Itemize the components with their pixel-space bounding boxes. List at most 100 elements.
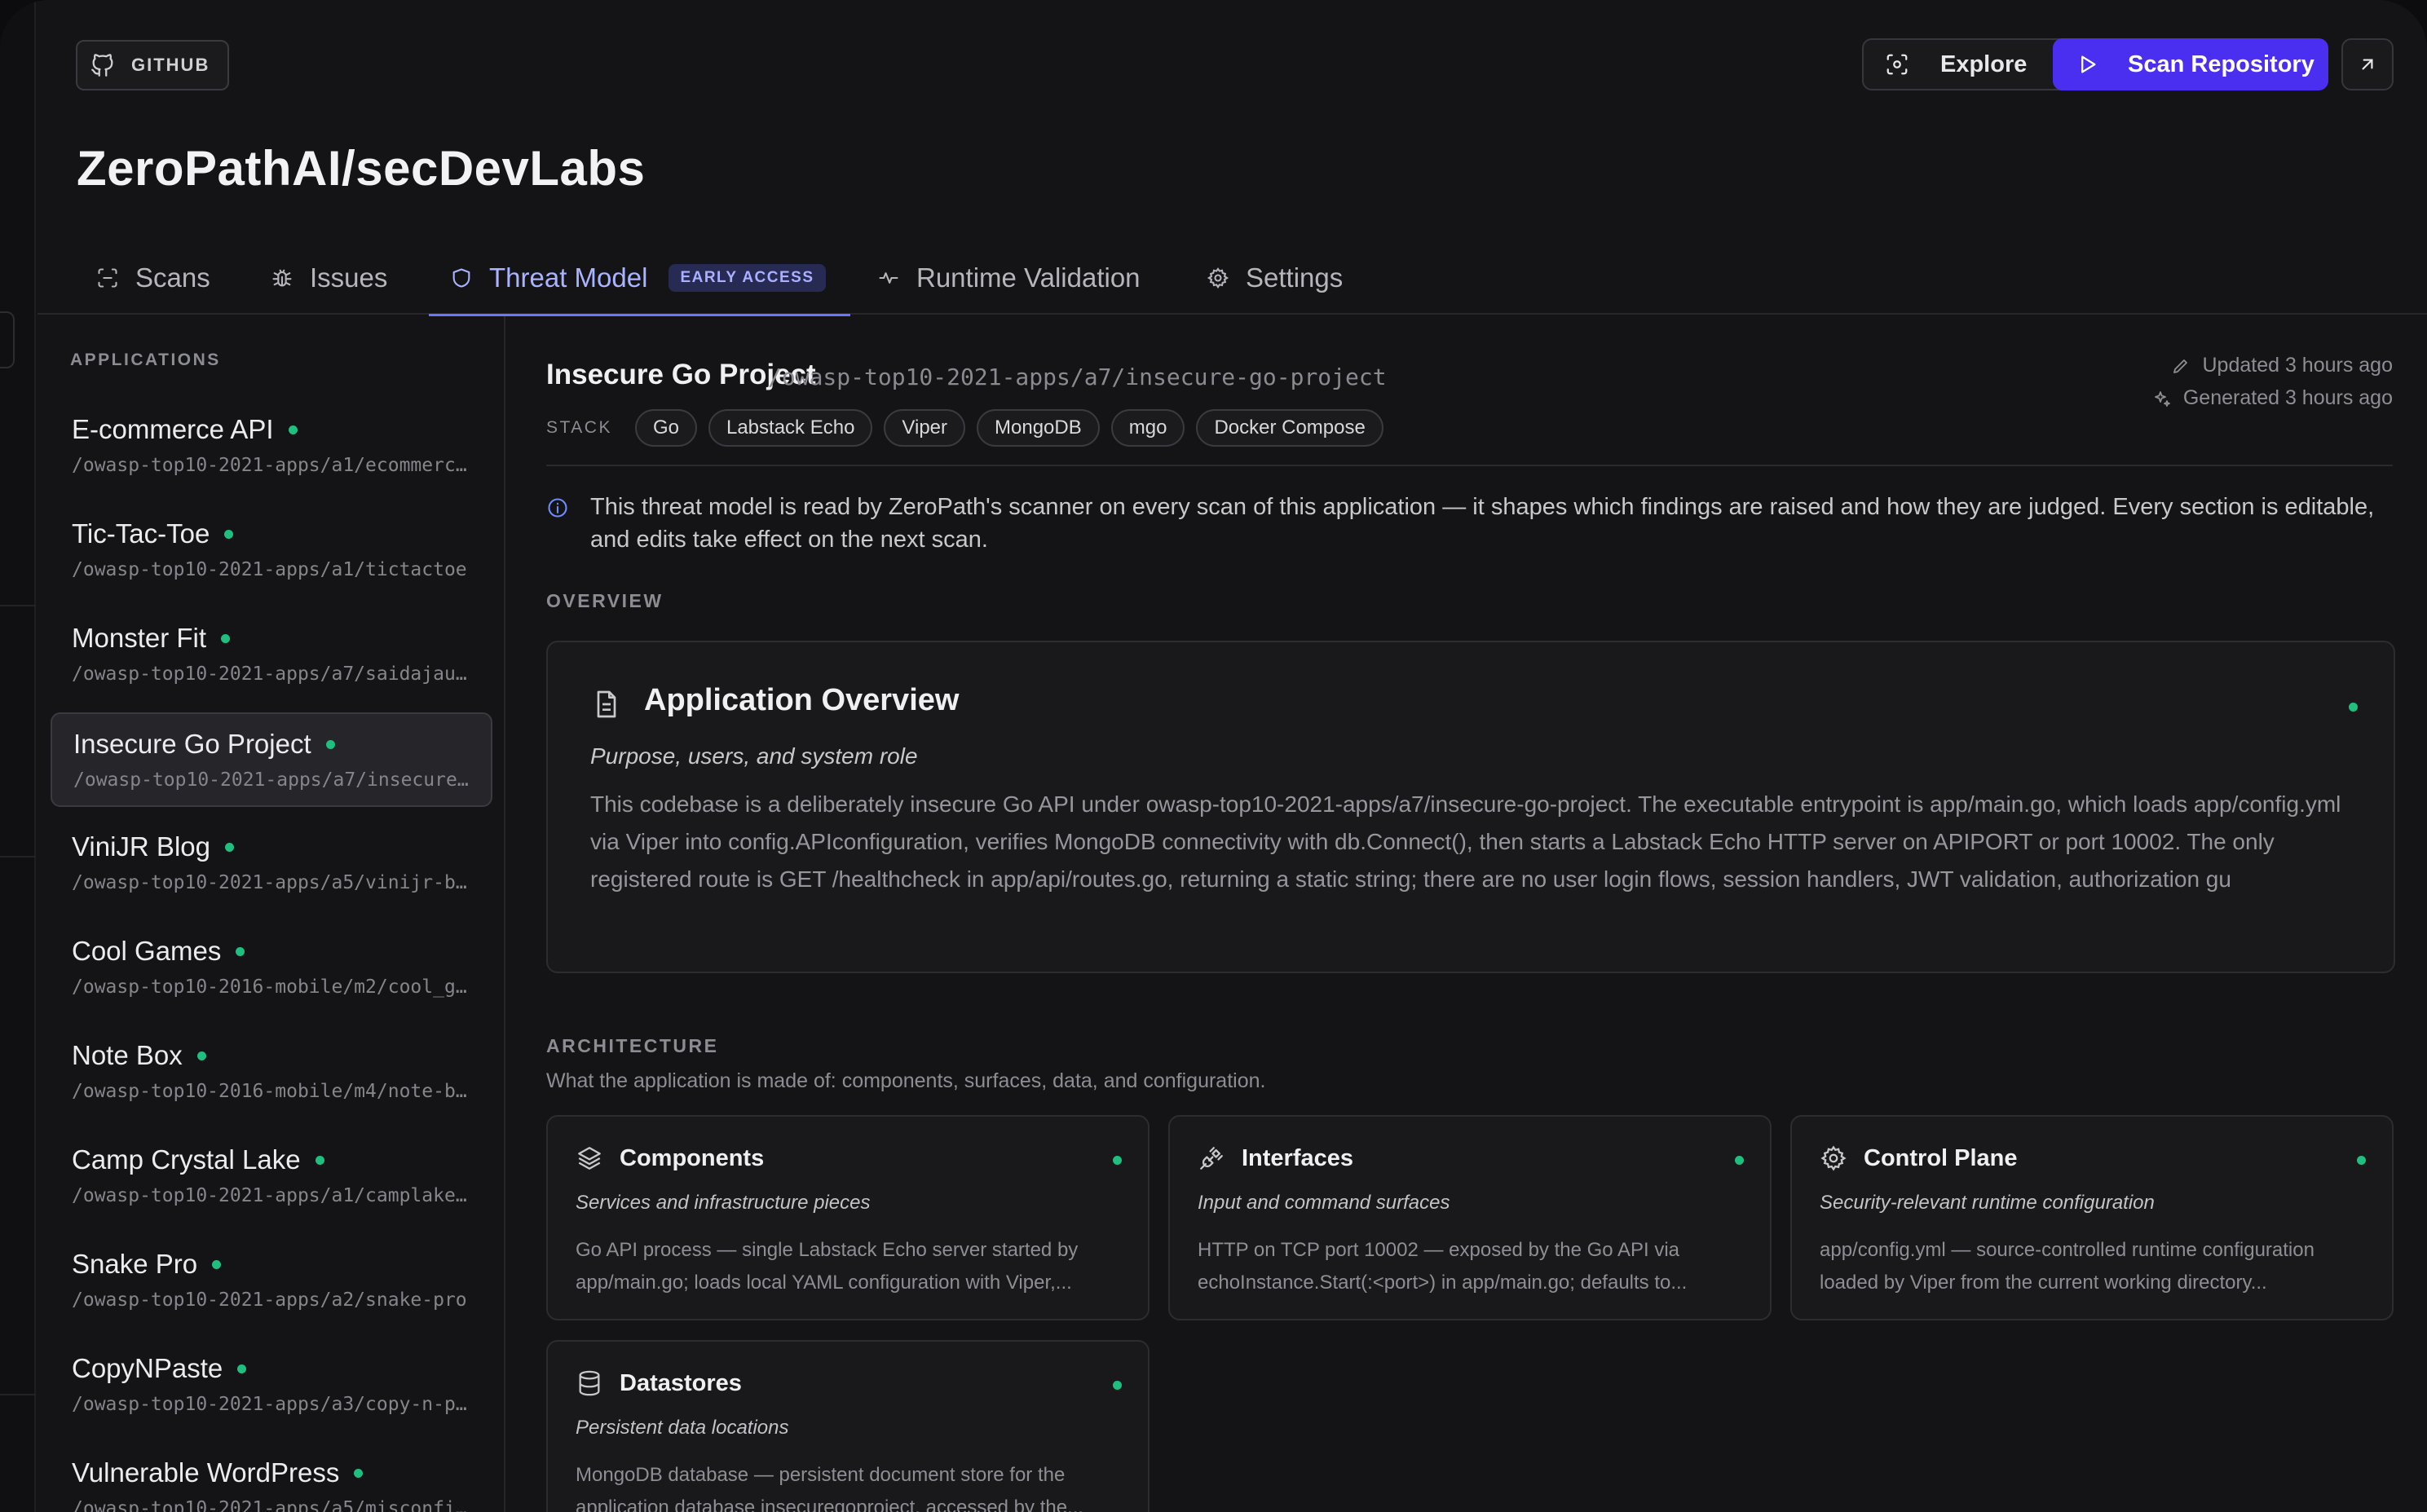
tab-issues[interactable]: Issues (271, 241, 387, 315)
app-path: /owasp-top10-2021-apps/a7/saidajaula-mon… (72, 663, 471, 685)
status-dot (325, 739, 335, 749)
app-item-tic-tac-toe[interactable]: Tic-Tac-Toe /owasp-top10-2021-apps/a1/ti… (51, 504, 492, 598)
architecture-subtitle: What the application is made of: compone… (546, 1069, 1266, 1092)
scan-repository-button[interactable]: Scan Repository (2053, 38, 2328, 90)
status-dot (196, 1051, 206, 1060)
source-badge-label: GITHUB (131, 55, 210, 75)
updated-meta: Updated 3 hours ago (2171, 354, 2393, 377)
app-item-snake-pro[interactable]: Snake Pro /owasp-top10-2021-apps/a2/snak… (51, 1234, 492, 1329)
status-dot (224, 842, 234, 852)
status-dot (237, 1364, 247, 1373)
app-path: /owasp-top10-2021-apps/a3/copy-n-paste (72, 1394, 471, 1415)
info-notice: This threat model is read by ZeroPath's … (546, 491, 2397, 556)
app-item-ecommerce-api[interactable]: E-commerce API /owasp-top10-2021-apps/a1… (51, 399, 492, 494)
app-path: /owasp-top10-2021-apps/a5/misconfig-word… (72, 1498, 471, 1512)
status-dot (1735, 1156, 1744, 1165)
status-dot (1113, 1156, 1122, 1165)
document-icon (597, 690, 616, 718)
tab-issues-label: Issues (310, 262, 388, 293)
app-path: /owasp-top10-2021-apps/a2/snake-pro (72, 1289, 467, 1311)
app-item-vulnerable-wordpress[interactable]: Vulnerable WordPress /owasp-top10-2021-a… (51, 1443, 492, 1512)
threat-model-content: Insecure Go Project /owasp-top10-2021-ap… (507, 316, 2427, 1512)
explore-button[interactable]: Explore (1862, 38, 2084, 90)
app-item-copynpaste[interactable]: CopyNPaste /owasp-top10-2021-apps/a3/cop… (51, 1338, 492, 1433)
app-item-cool-games[interactable]: Cool Games /owasp-top10-2016-mobile/m2/c… (51, 921, 492, 1016)
sparkles-icon (2154, 390, 2170, 407)
tab-settings[interactable]: Settings (1207, 241, 1343, 315)
card-subtitle: Services and infrastructure pieces (576, 1192, 871, 1214)
overview-title: Application Overview (644, 683, 960, 717)
app-name: CopyNPaste (72, 1353, 223, 1383)
project-path: /owasp-top10-2021-apps/a7/insecure-go-pr… (768, 364, 1387, 390)
collapse-handle[interactable] (0, 311, 15, 368)
architecture-section-label: ARCHITECTURE (546, 1035, 719, 1056)
github-icon (91, 54, 113, 77)
tab-threat-model[interactable]: Threat Model EARLY ACCESS (429, 241, 849, 316)
status-dot (288, 425, 298, 434)
stack-chip-viper: Viper (884, 409, 966, 447)
app-path: /owasp-top10-2021-apps/a1/tictactoe (72, 559, 467, 580)
control-plane-card[interactable]: Control Plane Security-relevant runtime … (1790, 1115, 2394, 1320)
card-body-line: MongoDB database — persistent document s… (576, 1464, 1066, 1486)
tab-runtime-validation-label: Runtime Validation (916, 262, 1141, 293)
components-card[interactable]: Components Services and infrastructure p… (546, 1115, 1150, 1320)
card-title: Control Plane (1864, 1144, 2018, 1171)
application-overview-card[interactable]: Application Overview Purpose, users, and… (546, 641, 2395, 973)
arrow-up-right-icon (2362, 59, 2373, 70)
overview-section-label: OVERVIEW (546, 590, 664, 611)
app-name: Snake Pro (72, 1249, 198, 1279)
app-item-camp-crystal-lake[interactable]: Camp Crystal Lake /owasp-top10-2021-apps… (51, 1130, 492, 1224)
status-dot (354, 1468, 364, 1478)
app-item-insecure-go-project[interactable]: Insecure Go Project /owasp-top10-2021-ap… (51, 712, 492, 807)
database-icon (579, 1370, 600, 1396)
early-access-badge: EARLY ACCESS (669, 264, 826, 292)
datastores-card[interactable]: Datastores Persistent data locations Mon… (546, 1340, 1150, 1512)
scan-repository-label: Scan Repository (2128, 51, 2314, 77)
app-path: /owasp-top10-2021-apps/a7/insecure-go-pr… (73, 769, 473, 791)
card-body-line: loaded by Viper from the current working… (1820, 1272, 2267, 1294)
card-body-line: app/main.go; loads local YAML configurat… (576, 1272, 1072, 1294)
source-badge: GITHUB (76, 40, 230, 90)
tab-scans[interactable]: Scans (96, 241, 210, 315)
app-name: Vulnerable WordPress (72, 1457, 340, 1488)
card-title: Components (620, 1144, 765, 1171)
card-body: HTTP on TCP port 10002 — exposed by the … (1198, 1234, 1744, 1299)
explore-label: Explore (1940, 51, 2028, 77)
app-name: Monster Fit (72, 623, 207, 653)
status-dot (315, 1155, 324, 1165)
tab-runtime-validation[interactable]: Runtime Validation (877, 241, 1141, 315)
generated-text: Generated 3 hours ago (2182, 386, 2393, 409)
layers-icon (578, 1147, 601, 1170)
gear-icon (1207, 267, 1229, 289)
open-external-button[interactable] (2341, 38, 2394, 90)
card-body-line: application database insecuregoproject, … (576, 1497, 1084, 1512)
app-item-vinijr-blog[interactable]: ViniJR Blog /owasp-top10-2021-apps/a5/vi… (51, 817, 492, 911)
play-icon (2081, 55, 2096, 73)
tab-scans-label: Scans (135, 262, 210, 293)
app-window: GITHUB ZeroPathAI/secDevLabs Explore Sca… (0, 0, 2427, 1512)
card-body-line: echoInstance.Start(:<port>) in app/main.… (1198, 1272, 1688, 1294)
scan-eye-icon (1886, 54, 1908, 75)
bug-icon (272, 269, 292, 287)
status-dot (2357, 1156, 2366, 1165)
interfaces-card[interactable]: Interfaces Input and command surfaces HT… (1168, 1115, 1772, 1320)
card-subtitle: Security-relevant runtime configuration (1820, 1192, 2155, 1214)
app-name: ViniJR Blog (72, 831, 210, 862)
divider (546, 465, 2393, 466)
app-item-monster-fit[interactable]: Monster Fit /owasp-top10-2021-apps/a7/sa… (51, 608, 492, 703)
app-path: /owasp-top10-2016-mobile/m4/note-box (72, 1081, 471, 1102)
card-body-line: Go API process — single Labstack Echo se… (576, 1239, 1079, 1261)
pencil-icon (2173, 359, 2188, 373)
gear-icon (1820, 1145, 1847, 1171)
app-item-note-box[interactable]: Note Box /owasp-top10-2016-mobile/m4/not… (51, 1025, 492, 1120)
overview-body: This codebase is a deliberately insecure… (590, 791, 2341, 892)
main-area: GITHUB ZeroPathAI/secDevLabs Explore Sca… (38, 0, 2427, 1512)
outer-sidebar-strip (0, 0, 36, 1512)
card-subtitle: Persistent data locations (576, 1417, 789, 1439)
app-name: E-commerce API (72, 414, 274, 444)
card-title: Datastores (620, 1369, 742, 1396)
status-dot (212, 1259, 222, 1269)
stack-chip-mongodb: MongoDB (977, 409, 1100, 447)
app-name: Camp Crystal Lake (72, 1144, 301, 1175)
status-dot (224, 529, 234, 539)
